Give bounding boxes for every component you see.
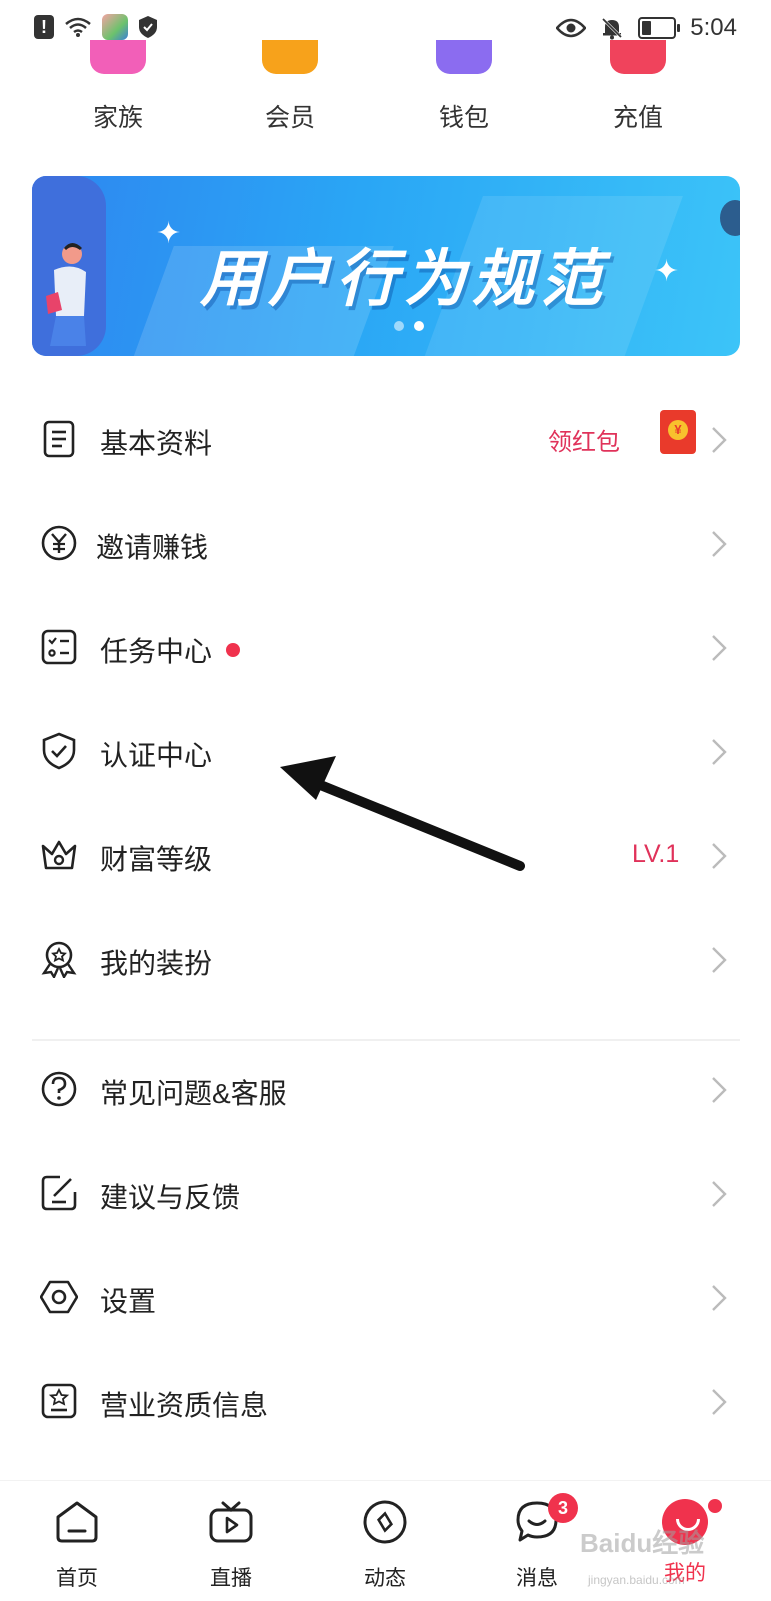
menu-item-label: 营业资质信息	[100, 1390, 269, 1421]
banner-title: 用户行为规范	[200, 242, 609, 315]
watermark: Baidu经验	[580, 1528, 705, 1558]
menu-item-label: 我的装扮	[100, 948, 213, 979]
unread-badge: 3	[548, 1493, 578, 1523]
vip-icon	[262, 40, 318, 74]
app-notification-icon	[102, 14, 128, 40]
compass-icon	[363, 1500, 407, 1544]
question-circle-icon	[41, 1071, 77, 1107]
sparkle-icon: ✦	[156, 217, 182, 250]
banner-illustration	[32, 176, 106, 356]
menu-item-label: 任务中心	[100, 630, 241, 670]
menu-item-basic-info[interactable]: 基本资料 领红包	[0, 388, 771, 492]
quick-action-recharge[interactable]: 充值	[578, 40, 698, 134]
menu-item-settings[interactable]: 设置	[0, 1246, 771, 1350]
quick-actions: 家族 会员 钱包 充值	[0, 40, 771, 140]
red-packet-icon[interactable]	[660, 410, 696, 454]
character-illustration	[46, 243, 86, 346]
banner-dot[interactable]	[394, 321, 404, 331]
chevron-right-icon	[712, 635, 727, 661]
nav-label: 首页	[56, 1567, 98, 1590]
nav-feed[interactable]: 动态	[330, 1499, 440, 1592]
menu-item-label: 设置	[100, 1286, 157, 1317]
watermark-url: jingyan.baidu.com	[588, 1573, 685, 1587]
banner-pagination	[394, 321, 424, 331]
family-icon	[90, 40, 146, 74]
menu-item-invite[interactable]: 邀请赚钱	[0, 492, 771, 596]
chevron-right-icon	[712, 531, 727, 557]
menu-item-feedback[interactable]: 建议与反馈	[0, 1142, 771, 1246]
checklist-icon	[41, 629, 77, 665]
recharge-icon	[610, 40, 666, 74]
chevron-right-icon	[712, 1285, 727, 1311]
menu-item-label: 邀请赚钱	[96, 532, 209, 563]
chevron-right-icon	[712, 843, 727, 869]
quick-action-wallet[interactable]: 钱包	[404, 40, 524, 134]
chevron-right-icon	[712, 739, 727, 765]
nav-live[interactable]: 直播	[176, 1499, 286, 1592]
chevron-right-icon	[712, 427, 727, 453]
eye-icon	[556, 18, 587, 38]
battery-icon	[638, 17, 681, 39]
wifi-icon	[65, 17, 91, 37]
notification-dot	[226, 642, 241, 657]
sparkle-icon: ✦	[654, 255, 680, 288]
live-tv-icon	[209, 1501, 253, 1543]
wallet-icon	[436, 40, 492, 74]
document-icon	[43, 420, 75, 458]
wealth-level-value: LV.1	[632, 840, 680, 868]
menu-item-decoration[interactable]: 我的装扮	[0, 908, 771, 1012]
menu-item-label: 基本资料	[100, 428, 213, 459]
menu-item-tasks[interactable]: 任务中心	[0, 596, 771, 700]
nav-messages[interactable]: 3 消息	[482, 1493, 592, 1592]
notification-dot	[708, 1499, 722, 1513]
menu-item-label: 财富等级	[100, 844, 213, 875]
nav-label: 直播	[210, 1567, 252, 1590]
crown-icon	[41, 840, 77, 870]
quick-action-family[interactable]: 家族	[58, 40, 178, 134]
edit-note-icon	[41, 1175, 77, 1211]
banner-next-peek	[720, 200, 740, 236]
menu-item-text: 任务中心	[100, 636, 213, 667]
quick-action-label: 家族	[92, 104, 143, 132]
red-packet-link[interactable]: 领红包	[548, 422, 620, 457]
chevron-right-icon	[712, 1181, 727, 1207]
chevron-right-icon	[712, 1389, 727, 1415]
chevron-right-icon	[712, 1077, 727, 1103]
quick-action-vip[interactable]: 会员	[230, 40, 350, 134]
status-time: 5:04	[690, 14, 737, 41]
settings-hexagon-icon	[40, 1280, 78, 1314]
menu-item-label: 常见问题&客服	[100, 1078, 287, 1109]
menu-item-label: 建议与反馈	[100, 1182, 241, 1213]
quick-action-label: 会员	[264, 104, 315, 132]
menu-item-faq[interactable]: 常见问题&客服	[0, 1038, 771, 1142]
menu-item-verification[interactable]: 认证中心	[0, 700, 771, 804]
menu-item-business-info[interactable]: 营业资质信息	[0, 1350, 771, 1454]
shield-check-icon	[42, 732, 76, 770]
bell-off-icon	[602, 17, 623, 40]
menu-item-label: 认证中心	[100, 740, 213, 771]
nav-label: 消息	[516, 1567, 558, 1590]
quick-action-label: 钱包	[438, 104, 489, 132]
alert-icon: !	[34, 15, 54, 39]
nav-home[interactable]: 首页	[22, 1499, 132, 1592]
quick-action-label: 充值	[612, 104, 663, 132]
nav-label: 动态	[364, 1567, 406, 1590]
shield-icon	[139, 16, 157, 38]
chevron-right-icon	[712, 947, 727, 973]
banner-dot-active[interactable]	[414, 321, 424, 331]
yuan-coin-icon	[41, 525, 77, 561]
badge-icon	[41, 941, 77, 978]
promo-banner[interactable]: ✦ ✦ 用户行为规范	[32, 176, 740, 356]
license-icon	[41, 1383, 77, 1419]
menu-item-wealth-level[interactable]: 财富等级 LV.1	[0, 804, 771, 908]
home-icon	[56, 1501, 98, 1543]
bottom-nav: 首页 直播 动态 3 消息 我的 Baidu经验 jingyan.baidu.c…	[0, 1480, 771, 1601]
